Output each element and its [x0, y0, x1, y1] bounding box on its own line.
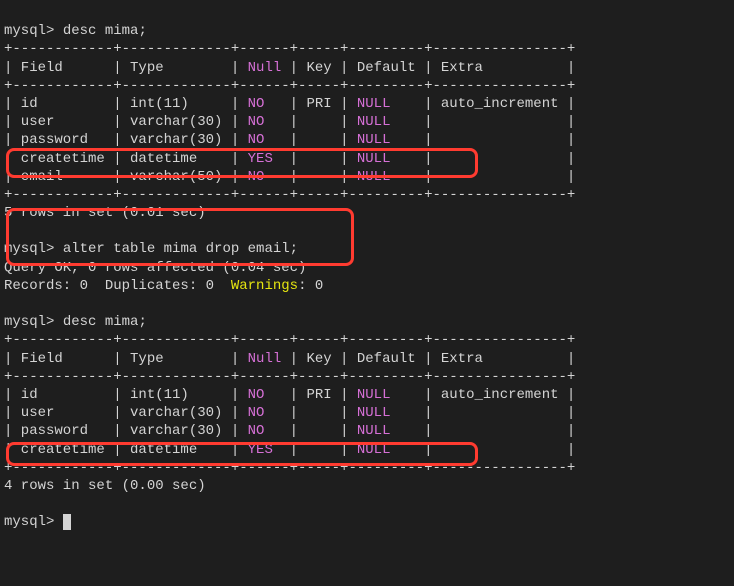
table-border: +------------+-------------+------+-----… [4, 187, 575, 203]
result-summary: 4 rows in set (0.00 sec) [4, 478, 206, 494]
table-border: +------------+-------------+------+-----… [4, 78, 575, 94]
table-row: | id | int(11) | NO | PRI | NULL | auto_… [4, 96, 575, 112]
command-alter: alter table mima drop email; [63, 241, 298, 257]
table-border: +------------+-------------+------+-----… [4, 369, 575, 385]
table-header: | Field | Type | Null | Key | Default | … [4, 351, 575, 367]
command-desc2: desc mima; [63, 314, 147, 330]
mysql-prompt: mysql> [4, 23, 54, 39]
table-border: +------------+-------------+------+-----… [4, 460, 575, 476]
table-row: | email | varchar(50) | NO | | NULL | | [4, 169, 575, 185]
mysql-prompt[interactable]: mysql> [4, 514, 54, 530]
table-row: | password | varchar(30) | NO | | NULL |… [4, 423, 575, 439]
mysql-prompt: mysql> [4, 314, 54, 330]
table-row: | user | varchar(30) | NO | | NULL | | [4, 405, 575, 421]
table-row: | id | int(11) | NO | PRI | NULL | auto_… [4, 387, 575, 403]
result-summary: 5 rows in set (0.01 sec) [4, 205, 206, 221]
records-line: Records: 0 Duplicates: 0 Warnings: 0 [4, 278, 323, 294]
table-header: | Field | Type | Null | Key | Default | … [4, 60, 575, 76]
table-row: | user | varchar(30) | NO | | NULL | | [4, 114, 575, 130]
table-row: | createtime | datetime | YES | | NULL |… [4, 442, 575, 458]
command-desc1: desc mima; [63, 23, 147, 39]
table-row: | createtime | datetime | YES | | NULL |… [4, 151, 575, 167]
query-ok: Query OK, 0 rows affected (0.04 sec) [4, 260, 306, 276]
cursor-icon [63, 514, 71, 530]
mysql-prompt: mysql> [4, 241, 54, 257]
terminal-output: mysql> desc mima; +------------+--------… [4, 4, 730, 586]
table-border: +------------+-------------+------+-----… [4, 332, 575, 348]
table-row: | password | varchar(30) | NO | | NULL |… [4, 132, 575, 148]
table-border: +------------+-------------+------+-----… [4, 41, 575, 57]
